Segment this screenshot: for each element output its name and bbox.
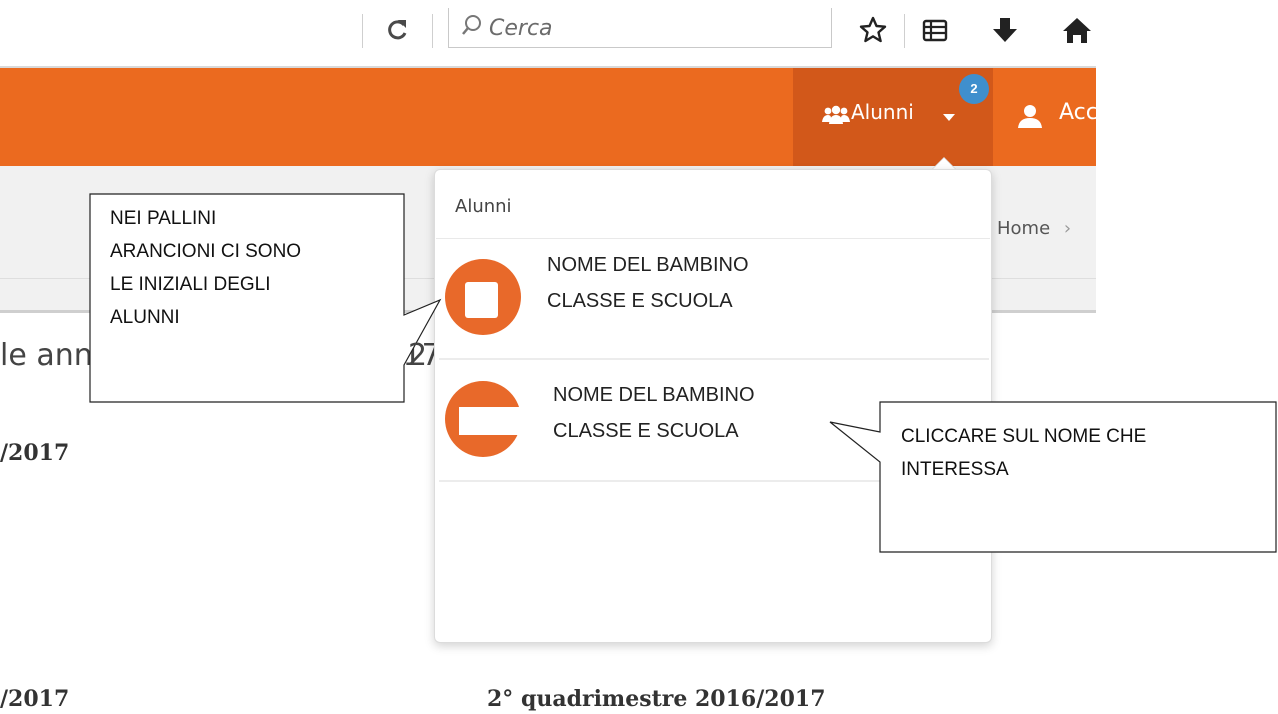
section-year-label: /2017 (0, 440, 70, 466)
download-icon[interactable] (990, 14, 1020, 46)
notification-badge: 2 (959, 74, 989, 104)
section-quadrimestre-label: 2° quadrimestre 2016/2017 (487, 686, 826, 712)
page-title-digit: 2 (408, 338, 428, 373)
student-avatar (445, 381, 521, 457)
user-icon (1018, 104, 1042, 128)
caret-down-icon (943, 114, 955, 121)
item-divider (439, 358, 989, 360)
student-avatar (445, 259, 521, 335)
reload-icon[interactable] (385, 14, 411, 44)
account-menu-label: Account (1059, 100, 1096, 125)
student-name[interactable]: NOME DEL BAMBINO (547, 254, 749, 277)
alunni-dropdown: Alunni NOME DEL BAMBINO CLASSE E SCUOLA … (434, 169, 992, 643)
breadcrumb-home-link[interactable]: Home (997, 218, 1050, 239)
dropdown-header: Alunni (455, 196, 512, 217)
alunni-menu-button[interactable]: Alunni 2 (793, 68, 993, 166)
toolbar-divider (362, 14, 363, 48)
users-icon (822, 105, 850, 125)
redaction-mask (459, 407, 521, 435)
callout-line: NEI PALLINI (110, 208, 217, 229)
reading-list-icon[interactable] (920, 14, 950, 46)
toolbar-divider (904, 14, 905, 48)
callout-line: INTERESSA (901, 459, 1009, 480)
search-input[interactable] (489, 14, 809, 42)
browser-toolbar (0, 0, 1096, 68)
redaction-mask (465, 282, 498, 318)
page-title: le anno scolastico 2016/2017 (0, 338, 441, 373)
left-callout: NEI PALLINI ARANCIONI CI SONO LE INIZIAL… (110, 202, 380, 334)
toolbar-divider (432, 14, 433, 48)
right-callout: CLICCARE SUL NOME CHE INTERESSA (901, 420, 1261, 486)
student-class-school: CLASSE E SCUOLA (553, 420, 739, 442)
breadcrumb-separator: › (1063, 218, 1072, 239)
student-item[interactable]: NOME DEL BAMBINO CLASSE E SCUOLA (439, 242, 989, 360)
alunni-menu-label: Alunni (851, 100, 914, 124)
search-icon (461, 14, 483, 38)
search-box[interactable] (448, 8, 832, 48)
callout-line: ARANCIONI CI SONO (110, 241, 302, 262)
student-name[interactable]: NOME DEL BAMBINO (553, 384, 755, 407)
home-icon[interactable] (1062, 14, 1092, 46)
callout-line: ALUNNI (110, 307, 180, 328)
student-class-school: CLASSE E SCUOLA (547, 290, 733, 312)
callout-line: CLICCARE SUL NOME CHE (901, 426, 1147, 447)
dropdown-divider (436, 238, 990, 239)
callout-line: LE INIZIALI DEGLI (110, 274, 271, 295)
bookmark-star-icon[interactable] (858, 14, 888, 46)
section-year-label: /2017 (0, 686, 70, 712)
